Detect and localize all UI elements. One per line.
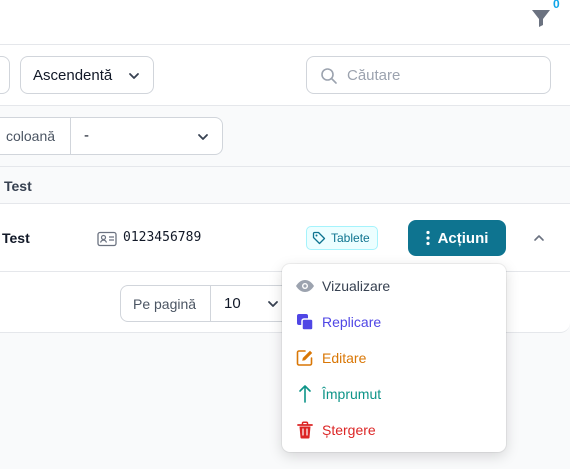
copy-icon xyxy=(295,312,315,332)
menu-item-borrow[interactable]: Împrumut xyxy=(282,376,506,412)
group-title: Test xyxy=(4,178,32,194)
edit-icon xyxy=(295,348,315,368)
column-filter-label: coloană xyxy=(6,128,56,144)
actions-dropdown-menu: Vizualizare Replicare Editare Împrumut Ș… xyxy=(282,264,506,452)
filter-icon[interactable] xyxy=(529,6,553,30)
chevron-down-icon xyxy=(129,73,139,79)
menu-item-label: Ștergere xyxy=(322,422,376,438)
per-page-value: 10 xyxy=(224,295,241,312)
filter-count-badge: 0 xyxy=(553,0,560,11)
top-bar: 0 xyxy=(0,0,570,45)
menu-item-edit[interactable]: Editare xyxy=(282,340,506,376)
trash-icon xyxy=(295,420,315,440)
column-filter-select[interactable]: coloană - xyxy=(0,117,223,155)
chevron-down-icon xyxy=(268,301,278,307)
column-filter-value: - xyxy=(84,127,89,144)
divider xyxy=(210,286,211,321)
actions-button[interactable]: Acțiuni xyxy=(408,220,506,256)
menu-item-view[interactable]: Vizualizare xyxy=(282,268,506,304)
actions-button-label: Acțiuni xyxy=(437,229,489,247)
sort-order-value: Ascendentă xyxy=(33,66,113,84)
per-page-label: Pe pagină xyxy=(133,296,197,312)
per-page-select[interactable]: Pe pagină 10 xyxy=(120,285,300,322)
menu-item-label: Editare xyxy=(322,350,367,366)
search-icon xyxy=(321,68,337,84)
tag-icon xyxy=(312,231,326,245)
menu-item-label: Vizualizare xyxy=(322,278,391,294)
row-code: 0123456789 xyxy=(123,230,202,245)
sort-order-select[interactable]: Ascendentă xyxy=(20,56,154,94)
menu-item-replicate[interactable]: Replicare xyxy=(282,304,506,340)
dots-vertical-icon xyxy=(425,230,430,246)
divider xyxy=(70,118,71,154)
category-tag: Tablete xyxy=(306,226,378,250)
row-name: Test xyxy=(2,230,30,246)
category-tag-label: Tablete xyxy=(331,231,370,245)
menu-item-delete[interactable]: Ștergere xyxy=(282,412,506,448)
menu-item-label: Împrumut xyxy=(322,386,382,402)
search-box xyxy=(306,56,551,94)
menu-item-label: Replicare xyxy=(322,314,382,330)
chevron-up-icon[interactable] xyxy=(532,231,546,245)
table-row: Test 0123456789 Tablete Acțiuni xyxy=(0,204,570,272)
chevron-down-icon xyxy=(198,134,208,140)
controls-row: Ascendentă xyxy=(0,45,570,106)
column-filter-row: coloană - xyxy=(0,106,570,167)
arrow-up-icon xyxy=(295,384,315,404)
group-header-row: Test xyxy=(0,167,570,204)
id-card-icon xyxy=(97,231,117,247)
sort-field-select[interactable] xyxy=(0,56,10,94)
eye-icon xyxy=(295,276,315,296)
search-input[interactable] xyxy=(347,66,537,84)
